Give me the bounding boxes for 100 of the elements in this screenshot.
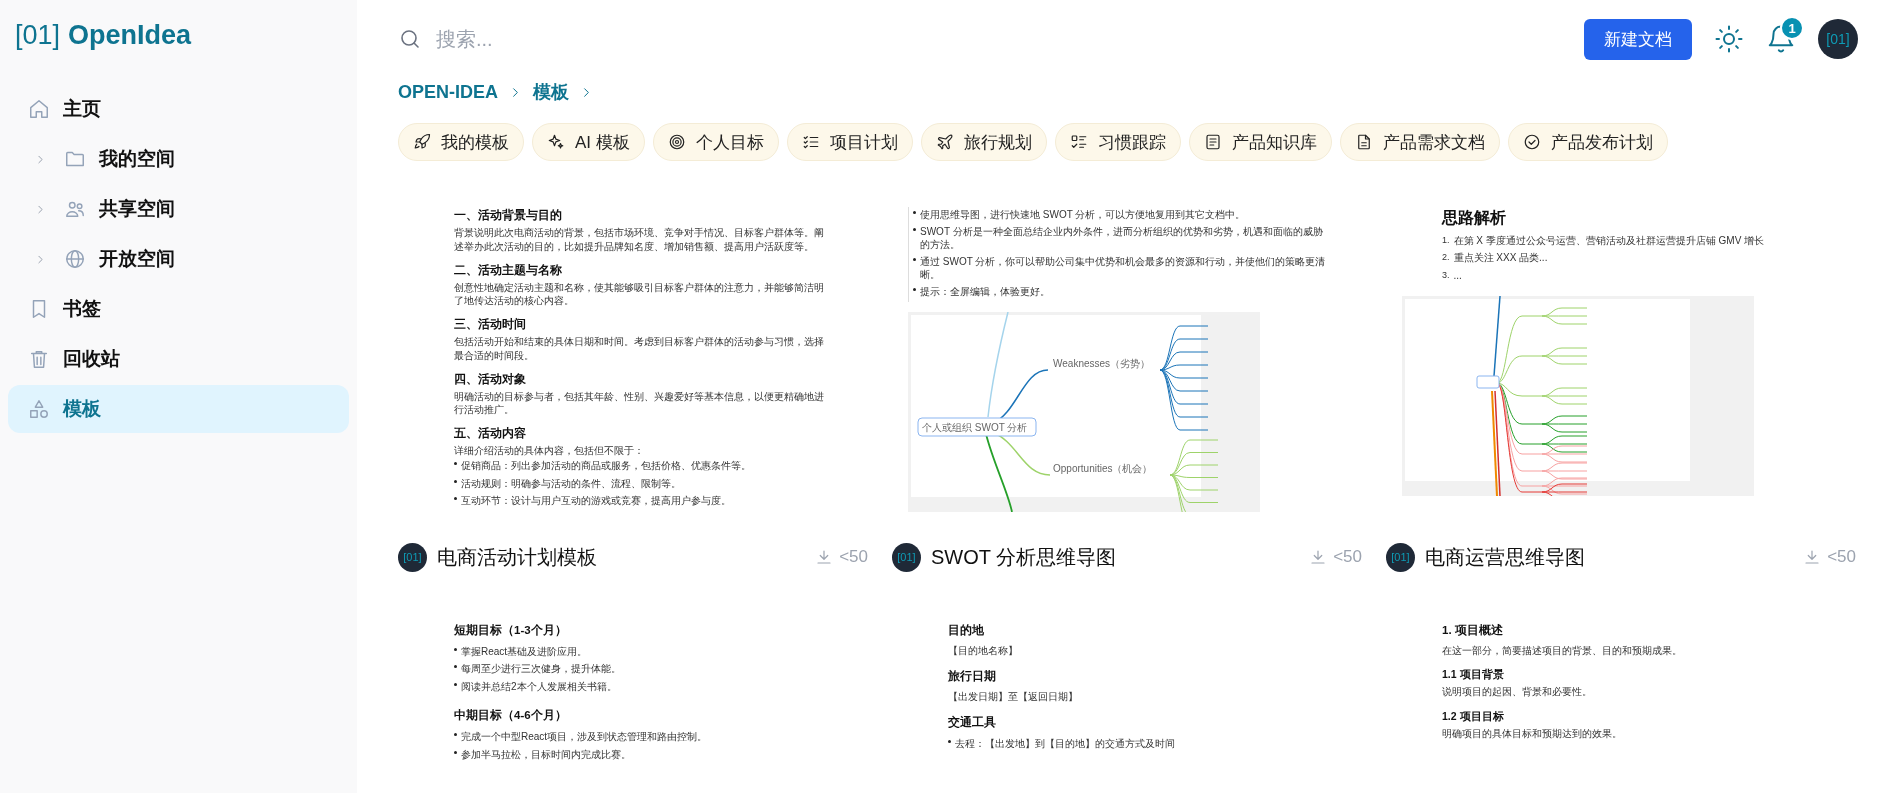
breadcrumb-link[interactable]: OPEN-IDEA — [398, 81, 498, 103]
preview-heading: 一、活动背景与目的 — [454, 207, 563, 224]
preview-heading: 交通工具 — [948, 715, 997, 731]
preview-heading: 四、活动对象 — [454, 370, 527, 387]
author-avatar: [01] — [1386, 542, 1415, 572]
bullet-icon — [454, 665, 457, 669]
list-number: 3. — [1442, 268, 1450, 282]
preview-list-item: 活动规则：明确参与活动的条件、流程、限制等。 — [461, 476, 681, 491]
check-circle-icon — [1522, 133, 1541, 151]
preview-list-item: 使用思维导图，进行快速地 SWOT 分析，可以方便地复用到其它文档中。 — [920, 208, 1246, 222]
preview-heading: 1.2 项目目标 — [1442, 709, 1505, 724]
globe-icon — [64, 248, 86, 270]
preview-paragraph: 明确项目的具体目标和预期达到的效果。 — [1442, 727, 1623, 741]
bullet-icon — [948, 740, 951, 744]
download-count: <50 — [1333, 547, 1362, 567]
preview-paragraph: 【出发日期】至【返回日期】 — [948, 689, 1079, 704]
home-icon — [28, 98, 50, 120]
bullet-icon — [454, 497, 457, 501]
logo-mark: [01] — [15, 20, 61, 51]
bullet-icon — [913, 227, 916, 231]
category-chip[interactable]: AI 模板 — [532, 123, 645, 161]
preview-list-item: ... — [1453, 268, 1462, 283]
preview-list-item: 在第 X 季度通过公众号运营、营销活动及社群运营提升店铺 GMV 增长 — [1453, 233, 1765, 248]
rocket-icon — [413, 133, 431, 151]
sparkles-icon — [547, 133, 565, 151]
notification-bell-icon — [1766, 24, 1796, 54]
trash-icon — [28, 348, 50, 370]
category-chip[interactable]: 我的模板 — [398, 123, 524, 161]
sidebar-item[interactable]: 回收站 — [8, 335, 349, 383]
preview-heading: 短期目标（1-3个月） — [454, 623, 568, 639]
preview-heading: 五、活动内容 — [454, 425, 527, 442]
notification-badge: 1 — [1780, 16, 1804, 40]
category-chip[interactable]: 个人目标 — [652, 123, 779, 161]
template-title[interactable]: 电商运营思维导图 — [1425, 543, 1794, 571]
category-chip[interactable]: 项目计划 — [786, 123, 913, 161]
notebook-icon — [1203, 133, 1222, 151]
preview-heading: 中期目标（4-6个月） — [454, 708, 568, 724]
preview-list-item: 互动环节：设计与用户互动的游戏或竞赛，提高用户参与度。 — [461, 494, 731, 508]
todo-list-icon — [1069, 133, 1088, 151]
template-title[interactable]: 电商活动计划模板 — [437, 543, 806, 571]
preview-paragraph: 详细介绍活动的具体内容，包括但不限于： — [454, 444, 645, 458]
preview-heading: 二、活动主题与名称 — [454, 261, 563, 278]
preview-list-item: 提示：全屏编辑，体验更好。 — [920, 284, 1050, 299]
plane-icon — [935, 133, 954, 151]
breadcrumb-link[interactable]: 模板 — [533, 80, 569, 104]
preview-heading: 1.1 项目背景 — [1442, 667, 1505, 682]
sidebar-item[interactable]: 书签 — [8, 285, 349, 333]
preview-list-item: 促销商品：列出参加活动的商品或服务，包括价格、优惠条件等。 — [461, 458, 751, 473]
preview-paragraph: 明确活动的目标参与者，包括其年龄、性别、兴趣爱好等基本信息，以便更精确地进行活动推广。 — [454, 389, 825, 417]
bullet-icon — [454, 750, 457, 754]
search-field[interactable]: 搜索... — [434, 26, 738, 52]
author-avatar: [01] — [892, 542, 921, 572]
mindmap-label: 个人或组织 SWOT 分析 — [922, 421, 1028, 433]
preview-paragraph: 包括活动开始和结束的具体日期和时间。考虑到目标客户群体的活动参与习惯，选择最合适的时间段。 — [454, 335, 825, 363]
bullet-icon — [913, 257, 916, 261]
bullet-icon — [454, 647, 457, 651]
preview-list-item: 阅读并总结2本个人发展相关书籍。 — [461, 679, 617, 694]
bullet-icon — [454, 479, 457, 483]
preview-paragraph: 创意性地确定活动主题和名称，使其能够吸引目标客户群体的注意力，并能够简洁明了地传达活动的核心内容。 — [454, 280, 825, 308]
preview-heading: 旅行日期 — [948, 669, 997, 685]
preview-title: 思路解析 — [1442, 208, 1507, 228]
sidebar-item[interactable]: 我的空间 — [8, 135, 349, 183]
author-avatar: [01] — [398, 542, 427, 572]
category-chip[interactable]: 产品知识库 — [1188, 123, 1332, 161]
preview-heading: 1. 项目概述 — [1442, 623, 1504, 638]
list-number: 2. — [1442, 251, 1450, 264]
app-name: OpenIdea — [68, 20, 192, 51]
category-chip[interactable]: 旅行规划 — [920, 123, 1047, 161]
preview-list-item: 去程：【出发地】到【目的地】的交通方式及时间 — [955, 737, 1175, 751]
preview-list-item: 每周至少进行三次健身，提升体能。 — [461, 662, 621, 676]
mindmap-label: Opportunities（机会） — [1053, 462, 1153, 474]
sidebar-item[interactable]: 共享空间 — [8, 185, 349, 233]
user-avatar[interactable]: [01] — [1818, 19, 1858, 59]
preview-paragraph: 在这一部分，简要描述项目的背景、目的和预期成果。 — [1442, 643, 1683, 658]
checklist-icon — [801, 133, 820, 151]
preview-list-item: 通过 SWOT 分析，你可以帮助公司集中优势和机会最多的资源和行动，并使他们的策略更清晰。 — [920, 254, 1326, 282]
category-chip[interactable]: 产品需求文档 — [1339, 123, 1500, 161]
bullet-icon — [454, 461, 457, 465]
category-chip[interactable]: 习惯跟踪 — [1054, 123, 1181, 161]
download-count: <50 — [839, 547, 868, 567]
bullet-icon — [454, 733, 457, 737]
new-document-button[interactable]: 新建文档 — [1584, 18, 1692, 60]
search-icon — [398, 27, 422, 51]
template-title[interactable]: SWOT 分析思维导图 — [931, 543, 1300, 571]
preview-list-item: 完成一个中型React项目，涉及到状态管理和路由控制。 — [461, 730, 708, 744]
preview-paragraph: 【目的地名称】 — [948, 643, 1019, 658]
bullet-icon — [454, 682, 457, 686]
sidebar-item[interactable]: 主页 — [8, 85, 349, 133]
preview-heading: 目的地 — [948, 623, 985, 638]
mindmap-label: Weaknesses（劣势） — [1053, 357, 1151, 369]
category-chip[interactable]: 产品发布计划 — [1507, 123, 1668, 161]
sidebar-item[interactable]: 开放空间 — [8, 235, 349, 283]
sidebar-item[interactable]: 模板 — [8, 385, 349, 433]
list-number: 1. — [1442, 233, 1450, 246]
preview-list-item: SWOT 分析是一种全面总结企业内外条件，进而分析组织的优势和劣势，机遇和面临的威胁的方法。 — [920, 224, 1324, 252]
bullet-icon — [913, 211, 916, 214]
preview-heading: 三、活动时间 — [454, 316, 527, 333]
preview-list-item: 重点关注 XXX 品类... — [1453, 251, 1548, 265]
download-count: <50 — [1827, 547, 1856, 567]
preview-list-item: 掌握React基础及进阶应用。 — [461, 644, 588, 659]
